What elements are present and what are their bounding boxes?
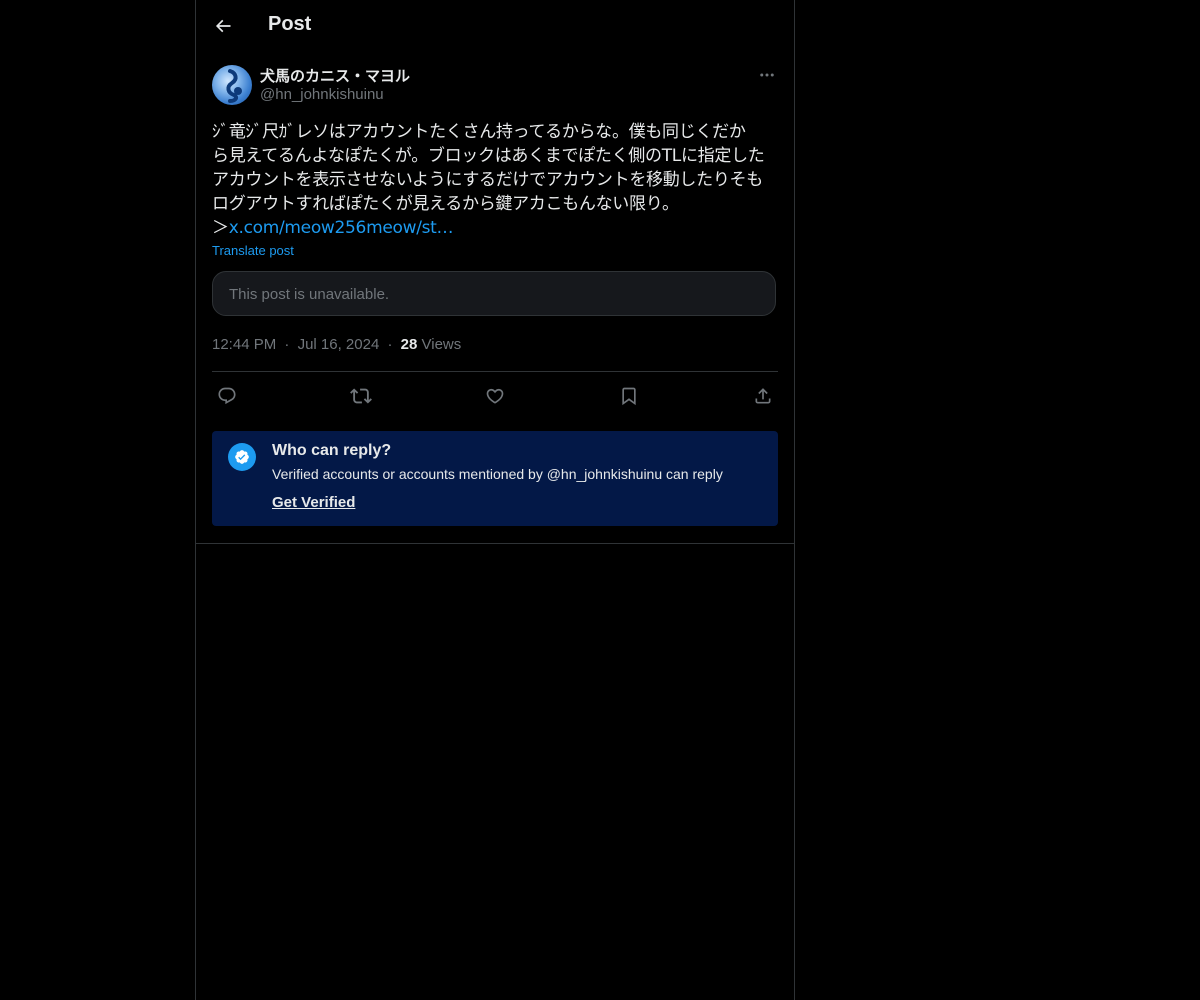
- like-icon: [486, 388, 504, 404]
- more-icon: [760, 73, 774, 77]
- reply-notice-title: Who can reply?: [272, 442, 392, 459]
- reply-notice-description: Verified accounts or accounts mentioned …: [272, 466, 723, 482]
- avatar[interactable]: [212, 65, 252, 105]
- checkmark-icon: [235, 450, 249, 464]
- more-options-button[interactable]: [756, 65, 778, 85]
- bookmark-icon: [622, 387, 636, 406]
- meta-separator: ·: [387, 336, 393, 353]
- post: 犬馬のカニス・マヨル @hn_johnkishuinu ｼﾞ竜ｼﾞ尺ｶﾞレソはア…: [212, 63, 778, 526]
- post-text: ｼﾞ竜ｼﾞ尺ｶﾞレソはアカウントたくさん持ってるからな。僕も同じくだか ら見えて…: [212, 120, 778, 240]
- translate-post-link[interactable]: Translate post: [212, 243, 294, 258]
- verified-badge-icon: [228, 443, 256, 471]
- post-text-line: ＞x.com/meow256meow/st…: [212, 216, 778, 240]
- quoted-post-link[interactable]: x.com/meow256meow/st…: [229, 218, 454, 238]
- back-button[interactable]: [206, 8, 240, 44]
- reply-button[interactable]: [215, 384, 239, 408]
- views-count: 28: [400, 336, 418, 353]
- repost-button[interactable]: [349, 384, 373, 408]
- main-column: Post 犬馬のカニス・マヨル @hn_johnkishuinu ｼﾞ竜ｼﾞ尺ｶ…: [195, 0, 795, 1000]
- meta-separator: ·: [284, 336, 290, 353]
- divider: [212, 371, 778, 372]
- reply-icon: [218, 387, 236, 405]
- unavailable-text: This post is unavailable.: [229, 286, 390, 303]
- reply-restriction-notice: Who can reply? Verified accounts or acco…: [212, 431, 778, 526]
- post-text-line: ｼﾞ竜ｼﾞ尺ｶﾞレソはアカウントたくさん持ってるからな。僕も同じくだか: [212, 122, 746, 142]
- post-text-line: ログアウトすればぽたくが見えるから鍵アカこもんない限り。: [212, 194, 679, 214]
- author-name[interactable]: 犬馬のカニス・マヨル: [260, 65, 410, 86]
- arrow-left-icon: [215, 19, 231, 33]
- bookmark-button[interactable]: [617, 384, 641, 408]
- page-title: Post: [268, 13, 312, 35]
- repost-icon: [350, 388, 372, 404]
- post-text-line: アカウントを表示させないようにするだけでアカウントを移動したりそも: [212, 170, 763, 190]
- page-header: Post: [196, 0, 794, 53]
- views-label: Views: [421, 336, 462, 353]
- unavailable-quote-card: This post is unavailable.: [212, 271, 776, 316]
- author-handle[interactable]: @hn_johnkishuinu: [260, 86, 384, 103]
- action-bar: [212, 381, 778, 411]
- post-date[interactable]: Jul 16, 2024: [298, 336, 380, 353]
- share-icon: [755, 388, 771, 404]
- quote-prefix: ＞: [212, 218, 229, 238]
- get-verified-link[interactable]: Get Verified: [272, 494, 355, 511]
- post-meta: 12:44 PM · Jul 16, 2024 · 28 Views: [212, 336, 461, 353]
- author-row: 犬馬のカニス・マヨル @hn_johnkishuinu: [212, 63, 778, 107]
- post-text-line: ら見えてるんよなぽたくが。ブロックはあくまでぽたく側のTLに指定した: [212, 146, 765, 166]
- avatar-image: [226, 69, 242, 103]
- post-time[interactable]: 12:44 PM: [212, 336, 276, 353]
- share-button[interactable]: [751, 384, 775, 408]
- divider: [196, 543, 794, 544]
- like-button[interactable]: [483, 384, 507, 408]
